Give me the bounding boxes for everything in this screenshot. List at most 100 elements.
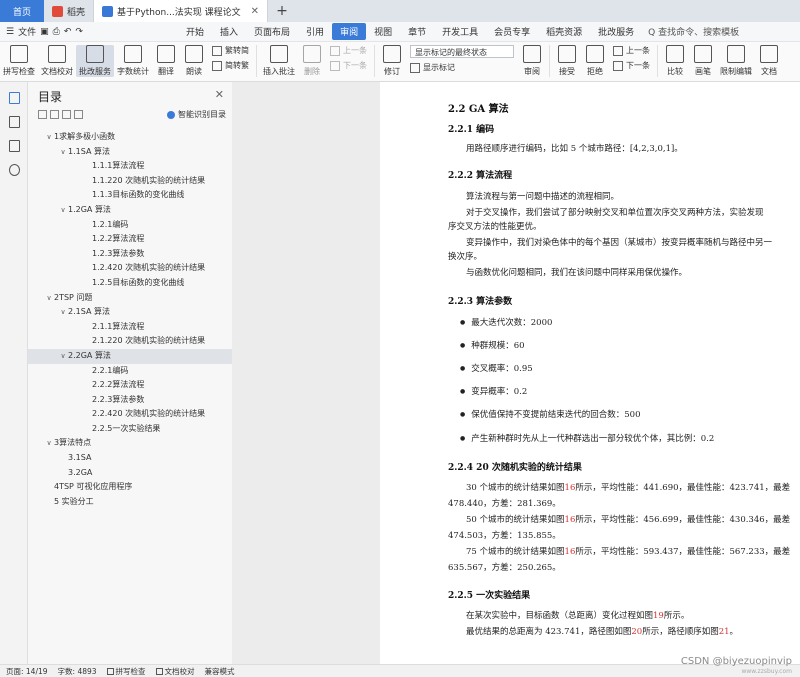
- toc-item[interactable]: 1.2.420 次随机实验的统计结果: [28, 261, 232, 276]
- expand-icon[interactable]: [38, 110, 47, 119]
- prev-change-button[interactable]: 上一条: [613, 45, 650, 56]
- menu-references[interactable]: 引用: [298, 23, 332, 40]
- hamburger-icon[interactable]: ☰: [6, 27, 14, 37]
- show-markup-button[interactable]: 显示标记: [410, 62, 514, 73]
- figure-ref[interactable]: 16: [565, 547, 576, 557]
- word-count-button[interactable]: 字数统计: [114, 45, 152, 77]
- toc-item[interactable]: 1.1.1算法流程: [28, 159, 232, 174]
- compare-button[interactable]: 比较: [661, 45, 689, 77]
- save-icon[interactable]: ▣: [40, 27, 49, 37]
- insert-comment-button[interactable]: 插入批注: [260, 45, 298, 77]
- review-pane-button[interactable]: 审阅: [518, 45, 546, 77]
- chevron-down-icon[interactable]: ∨: [44, 130, 54, 145]
- trad-to-simp-button[interactable]: 繁转简: [212, 45, 249, 56]
- toc-item[interactable]: 3.1SA: [28, 451, 232, 466]
- toc-item[interactable]: 3.2GA: [28, 466, 232, 481]
- toc-item[interactable]: ∨ 2TSP 问题: [28, 291, 232, 306]
- toc-icon[interactable]: [9, 92, 20, 104]
- next-comment-button[interactable]: 下一条: [330, 60, 367, 71]
- chevron-down-icon[interactable]: ∨: [58, 349, 68, 364]
- toc-item[interactable]: 2.2.420 次随机实验的统计结果: [28, 407, 232, 422]
- proofread-button[interactable]: 文档校对: [38, 45, 76, 77]
- chevron-down-icon[interactable]: ∨: [58, 203, 68, 218]
- toc-item[interactable]: ∨ 2.2GA 算法: [28, 348, 232, 364]
- menu-insert[interactable]: 插入: [212, 23, 246, 40]
- menu-review[interactable]: 审阅: [332, 23, 367, 40]
- menu-member[interactable]: 会员专享: [486, 23, 538, 40]
- print-icon[interactable]: ⎙: [53, 27, 60, 37]
- page-indicator[interactable]: 页面: 14/19: [6, 666, 48, 677]
- toc-item[interactable]: 1.1.220 次随机实验的统计结果: [28, 174, 232, 189]
- promote-icon[interactable]: [62, 110, 71, 119]
- menu-start[interactable]: 开始: [178, 23, 212, 40]
- toc-item[interactable]: 2.2.3算法参数: [28, 393, 232, 408]
- toc-item[interactable]: 2.2.5一次实验结果: [28, 422, 232, 437]
- figure-ref[interactable]: 16: [565, 483, 576, 493]
- document-page[interactable]: 2.2 GA 算法 2.2.1 编码 用路径顺序进行编码，比如 5 个城市路径：…: [380, 82, 800, 664]
- toc-item[interactable]: 1.1.3目标函数的变化曲线: [28, 188, 232, 203]
- menu-developer[interactable]: 开发工具: [434, 23, 486, 40]
- chevron-down-icon[interactable]: ∨: [44, 291, 54, 306]
- tab-docer[interactable]: 稻壳: [44, 0, 95, 22]
- toc-item[interactable]: 1.2.3算法参数: [28, 247, 232, 262]
- restrict-editing-button[interactable]: 限制编辑: [717, 45, 755, 77]
- chevron-down-icon[interactable]: ∨: [58, 145, 68, 160]
- spellcheck-status[interactable]: 拼写检查: [106, 666, 146, 677]
- chevron-down-icon[interactable]: ∨: [58, 305, 68, 320]
- collapse-icon[interactable]: [50, 110, 59, 119]
- word-count[interactable]: 字数: 4893: [58, 666, 97, 677]
- chevron-down-icon[interactable]: ∨: [44, 436, 54, 451]
- toc-item[interactable]: 2.1.220 次随机实验的统计结果: [28, 334, 232, 349]
- next-change-button[interactable]: 下一条: [613, 60, 650, 71]
- toc-item[interactable]: ∨ 2.1SA 算法: [28, 305, 232, 320]
- undo-icon[interactable]: ↶: [64, 27, 72, 37]
- proofread-status[interactable]: 文档校对: [155, 666, 195, 677]
- close-icon[interactable]: ✕: [251, 6, 259, 17]
- new-tab-button[interactable]: +: [268, 0, 296, 22]
- toc-item[interactable]: 5 实验分工: [28, 495, 232, 510]
- toc-item[interactable]: 4TSP 可视化应用程序: [28, 480, 232, 495]
- translate-button[interactable]: 翻译: [152, 45, 180, 77]
- doc-permission-button[interactable]: 文档: [755, 45, 783, 77]
- menu-review-service[interactable]: 批改服务: [590, 23, 642, 40]
- menu-chapter[interactable]: 章节: [400, 23, 434, 40]
- figure-ref[interactable]: 21: [719, 627, 730, 637]
- toc-item[interactable]: ∨ 1.1SA 算法: [28, 145, 232, 160]
- redo-icon[interactable]: ↷: [75, 27, 83, 37]
- toc-item[interactable]: ∨ 1.2GA 算法: [28, 203, 232, 218]
- figure-ref[interactable]: 19: [653, 611, 664, 621]
- toc-item[interactable]: 2.1.1算法流程: [28, 320, 232, 335]
- figure-ref[interactable]: 20: [631, 627, 642, 637]
- prev-comment-button[interactable]: 上一条: [330, 45, 367, 56]
- menu-docer-resources[interactable]: 稻壳资源: [538, 23, 590, 40]
- toc-item[interactable]: 2.2.2算法流程: [28, 378, 232, 393]
- markup-state-select[interactable]: 显示标记的最终状态: [410, 45, 514, 58]
- menu-page-layout[interactable]: 页面布局: [246, 23, 298, 40]
- toc-item[interactable]: 1.2.2算法流程: [28, 232, 232, 247]
- delete-comment-button[interactable]: 删除: [298, 45, 326, 77]
- bookmark-icon[interactable]: [9, 140, 20, 152]
- accept-button[interactable]: 接受: [553, 45, 581, 77]
- tab-document[interactable]: 基于Python...法实现 课程论文 ✕: [94, 0, 269, 22]
- toc-item[interactable]: 1.2.1编码: [28, 218, 232, 233]
- ink-button[interactable]: 画笔: [689, 45, 717, 77]
- review-service-button[interactable]: 批改服务: [76, 45, 114, 77]
- toc-item[interactable]: 1.2.5目标函数的变化曲线: [28, 276, 232, 291]
- tab-home[interactable]: 首页: [0, 0, 44, 22]
- smart-toc-button[interactable]: 智能识别目录: [167, 109, 226, 120]
- file-menu[interactable]: 文件: [18, 25, 36, 38]
- track-changes-button[interactable]: 修订: [378, 45, 406, 77]
- figure-ref[interactable]: 16: [565, 515, 576, 525]
- reject-button[interactable]: 拒绝: [581, 45, 609, 77]
- command-search[interactable]: Q 查找命令、搜索模板: [648, 25, 739, 38]
- simp-to-trad-button[interactable]: 简转繁: [212, 60, 249, 71]
- toc-item[interactable]: ∨ 1求解多极小函数: [28, 130, 232, 145]
- menu-view[interactable]: 视图: [366, 23, 400, 40]
- close-icon[interactable]: ✕: [215, 88, 224, 101]
- toc-item[interactable]: 2.2.1编码: [28, 364, 232, 379]
- chapter-icon[interactable]: [9, 116, 20, 128]
- spellcheck-button[interactable]: 拼写检查: [0, 45, 38, 77]
- search-icon[interactable]: [9, 164, 20, 176]
- demote-icon[interactable]: [74, 110, 83, 119]
- toc-item[interactable]: ∨ 3算法特点: [28, 436, 232, 451]
